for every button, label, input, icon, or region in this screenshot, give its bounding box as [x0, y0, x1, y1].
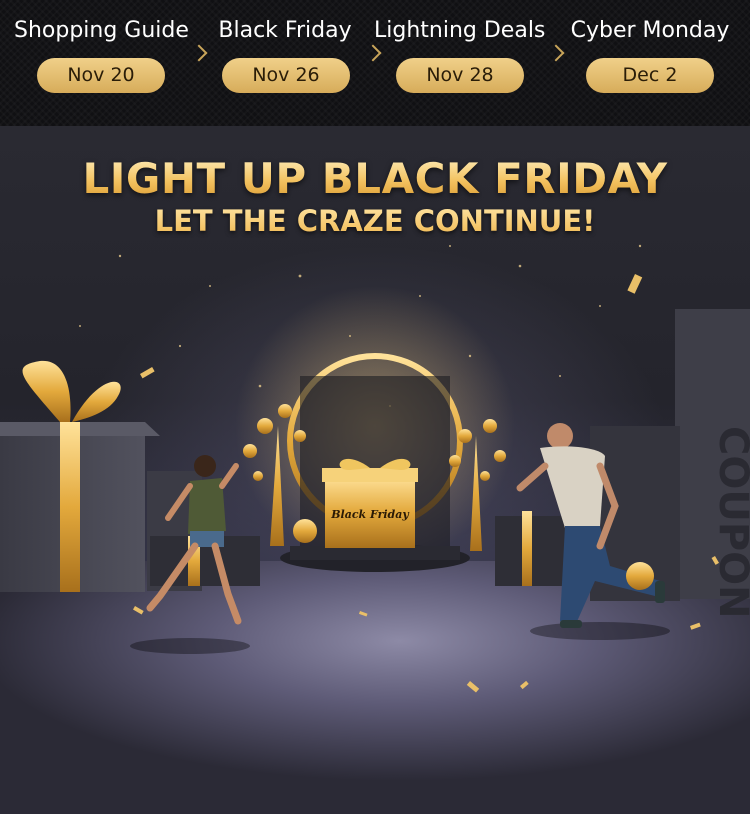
chevron-right-icon: [547, 44, 565, 62]
hero-subheadline: LET THE CRAZE CONTINUE!: [0, 204, 750, 238]
gift-box-small-right: [495, 511, 570, 586]
step-title: Black Friday: [218, 18, 352, 43]
hero-headline: LIGHT UP BLACK FRIDAY: [0, 154, 750, 203]
step-title: Shopping Guide: [14, 18, 189, 43]
coupon-wall-label: COUPON: [710, 426, 750, 619]
step-date-pill: Nov 28: [396, 58, 524, 93]
step-date-pill: Dec 2: [586, 58, 714, 93]
hero-banner[interactable]: COUPON Black Friday LIGHT UP BLACK FRIDA…: [0, 126, 750, 814]
step-date-pill: Nov 26: [222, 58, 350, 93]
chevron-right-icon: [190, 44, 208, 62]
step-title: Cyber Monday: [570, 18, 730, 43]
sale-timeline: Shopping Guide Nov 20 Black Friday Nov 2…: [0, 0, 750, 127]
chevron-right-icon: [364, 44, 382, 62]
step-title: Lightning Deals: [374, 18, 546, 43]
podium-gift-logo: Black Friday: [330, 508, 410, 521]
step-date-pill: Nov 20: [37, 58, 165, 93]
page: Shopping Guide Nov 20 Black Friday Nov 2…: [0, 0, 750, 814]
